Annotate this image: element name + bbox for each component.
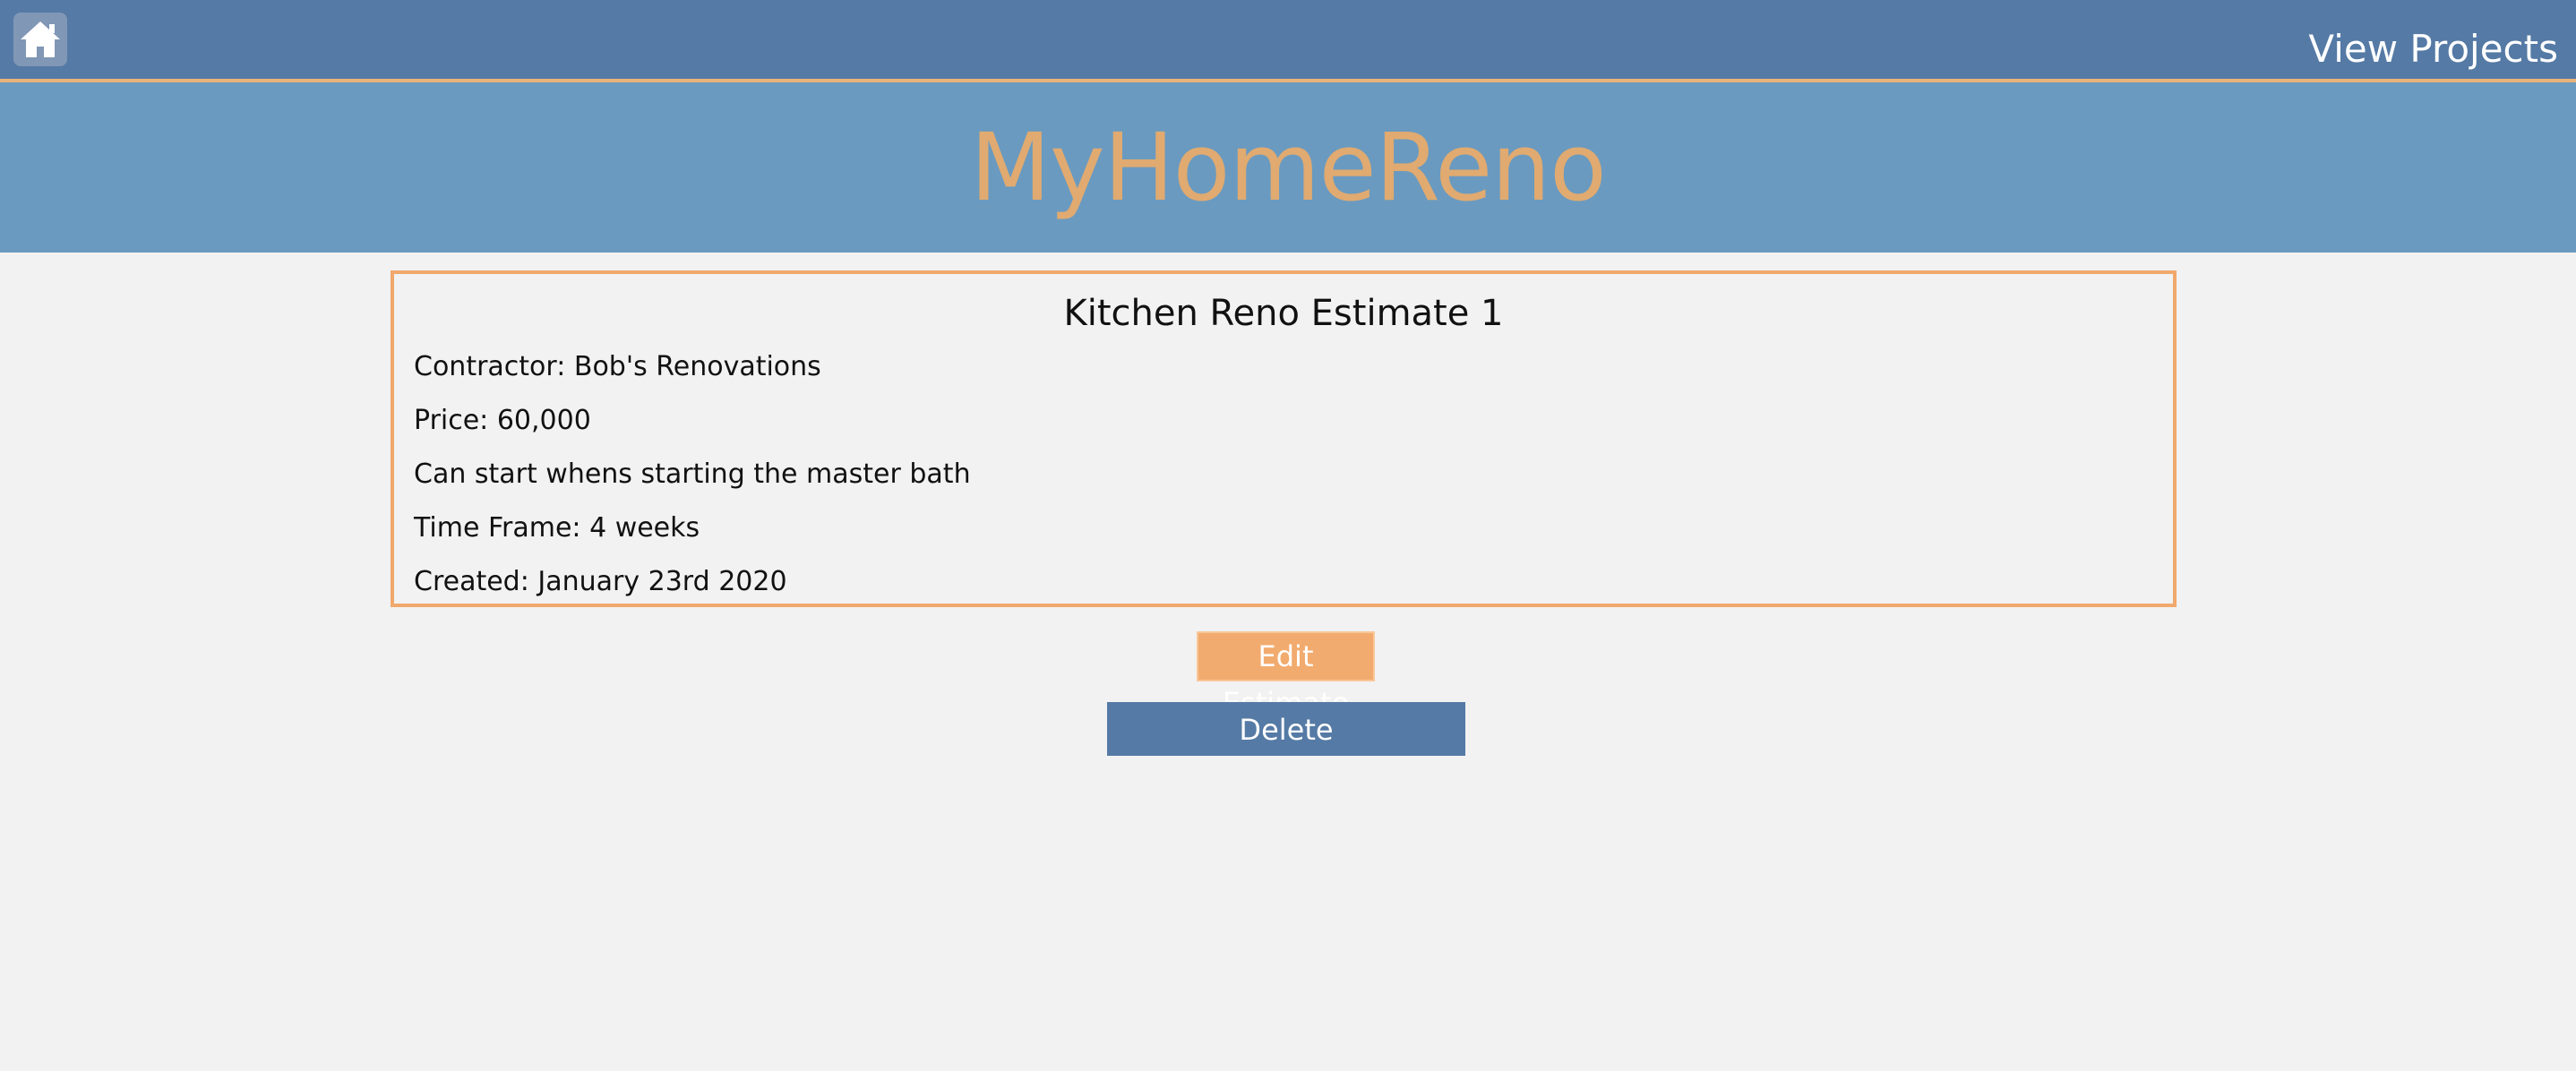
brand-title: MyHomeReno — [970, 113, 1607, 222]
estimate-note: Can start whens starting the master bath — [414, 458, 971, 490]
view-projects-link[interactable]: View Projects — [2308, 23, 2558, 75]
estimate-price: Price: 60,000 — [414, 405, 591, 436]
delete-button[interactable]: Delete — [1107, 702, 1465, 756]
estimate-time-frame: Time Frame: 4 weeks — [414, 512, 700, 544]
estimate-card: Kitchen Reno Estimate 1 Contractor: Bob'… — [391, 270, 2177, 607]
edit-estimate-button[interactable]: Edit Estimate — [1197, 631, 1375, 720]
estimate-title: Kitchen Reno Estimate 1 — [1063, 293, 1504, 334]
home-icon — [21, 21, 60, 57]
top-navbar: View Projects — [0, 0, 2576, 82]
brand-banner: MyHomeReno — [0, 82, 2576, 253]
estimate-created: Created: January 23rd 2020 — [414, 566, 787, 597]
estimate-contractor: Contractor: Bob's Renovations — [414, 351, 821, 382]
home-button[interactable] — [13, 13, 67, 66]
